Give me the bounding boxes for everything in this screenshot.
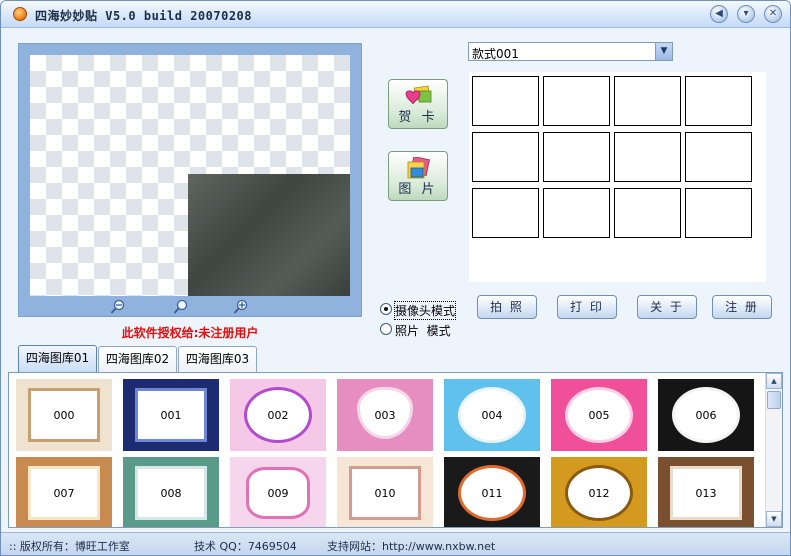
gallery-frame-number: 001 [160, 408, 182, 422]
style-select[interactable]: 款式001 ▼ [468, 42, 673, 61]
thumbnail-slot[interactable] [543, 132, 610, 182]
photo-mode-label[interactable]: 照片 模式 [395, 322, 451, 339]
print-button[interactable]: 打 印 [557, 295, 617, 319]
thumbnail-slot[interactable] [614, 76, 681, 126]
zoom-in-icon[interactable] [233, 299, 249, 315]
card-button[interactable]: 贺 卡 [388, 79, 448, 129]
thumbnail-slot[interactable] [543, 188, 610, 238]
frame-gallery: 000 001 002 003 004 005 006 007 008 009 010 011 012 0… [8, 372, 783, 528]
camera-feed [188, 174, 350, 296]
camera-mode-radio[interactable] [380, 303, 392, 315]
thumbnail-slot[interactable] [614, 132, 681, 182]
gallery-frame-item[interactable]: 011 [444, 457, 540, 527]
gallery-frame-item[interactable]: 006 [658, 379, 754, 451]
title-bar: 四海妙妙贴 V5.0 build 20070208 ◀ ▾ ✕ [1, 1, 790, 28]
license-text: 此软件授权给:未注册用户 [121, 326, 259, 340]
thumbnail-slot[interactable] [472, 132, 539, 182]
gallery-frame-item[interactable]: 008 [123, 457, 219, 527]
gallery-frame-item[interactable]: 000 [16, 379, 112, 451]
gallery-frame-item[interactable]: 004 [444, 379, 540, 451]
gallery-frame-number: 013 [695, 486, 717, 500]
thumbnail-panel [469, 72, 766, 282]
tab-gallery-02[interactable]: 四海图库02 [98, 346, 177, 372]
thumbnail-slot[interactable] [472, 76, 539, 126]
zoom-controls [18, 297, 362, 317]
tab-gallery-01[interactable]: 四海图库01 [18, 345, 97, 373]
gallery-frame-number: 012 [588, 486, 610, 500]
website-link[interactable]: 支持网站：http://www.nxbw.net [327, 538, 495, 554]
scroll-thumb[interactable] [767, 391, 781, 409]
window-title: 四海妙妙贴 V5.0 build 20070208 [35, 9, 252, 23]
gallery-frame-item[interactable]: 005 [551, 379, 647, 451]
thumbnail-slot[interactable] [685, 76, 752, 126]
picture-button[interactable]: 图 片 [388, 151, 448, 201]
thumbnail-slot[interactable] [685, 188, 752, 238]
copyright-text: :: 版权所有：博旺工作室 [9, 540, 130, 553]
mode-group: 摄像头模式 照片 模式 [380, 301, 470, 341]
camera-mode-option[interactable]: 摄像头模式 [380, 301, 470, 320]
gallery-frame-number: 011 [481, 486, 503, 500]
gallery-frame-item[interactable]: 010 [337, 457, 433, 527]
close-icon[interactable]: ✕ [764, 5, 782, 23]
card-button-label: 贺 卡 [398, 110, 438, 125]
scroll-up-icon[interactable]: ▲ [766, 373, 782, 389]
chevron-down-icon[interactable]: ▼ [655, 43, 672, 60]
gallery-frame-item[interactable]: 012 [551, 457, 647, 527]
app-window: 四海妙妙贴 V5.0 build 20070208 ◀ ▾ ✕ 此软件授权给:未… [0, 0, 791, 556]
gallery-frame-item[interactable]: 007 [16, 457, 112, 527]
gallery-frame-item[interactable]: 001 [123, 379, 219, 451]
photo-mode-option[interactable]: 照片 模式 [380, 321, 470, 339]
tab-gallery-03[interactable]: 四海图库03 [178, 346, 257, 372]
thumbnail-slot[interactable] [685, 132, 752, 182]
preview-canvas [30, 55, 350, 296]
photo-mode-radio[interactable] [380, 323, 392, 335]
gallery-frame-number: 010 [374, 486, 396, 500]
app-icon[interactable] [13, 7, 27, 21]
gallery-frame-item[interactable]: 002 [230, 379, 326, 451]
zoom-reset-icon[interactable] [173, 299, 189, 315]
gallery-frame-number: 007 [53, 486, 75, 500]
qq-text: 技术 QQ：7469504 [194, 540, 297, 553]
gallery-frame-number: 005 [588, 408, 610, 422]
gallery-frame-number: 002 [267, 408, 289, 422]
gallery-frame-item[interactable]: 009 [230, 457, 326, 527]
shoot-button[interactable]: 拍 照 [477, 295, 537, 319]
gallery-frame-number: 000 [53, 408, 75, 422]
thumbnail-slot[interactable] [614, 188, 681, 238]
gallery-frame-item[interactable]: 013 [658, 457, 754, 527]
style-select-value: 款式001 [472, 47, 519, 61]
scroll-down-icon[interactable]: ▼ [766, 511, 782, 527]
status-bar: :: 版权所有：博旺工作室 技术 QQ：7469504 支持网站：http://… [1, 532, 790, 555]
preview-frame [18, 43, 362, 317]
picture-button-label: 图 片 [398, 182, 438, 197]
thumbnail-slot[interactable] [543, 76, 610, 126]
register-button[interactable]: 注 册 [712, 295, 772, 319]
gallery-frame-number: 008 [160, 486, 182, 500]
zoom-out-icon[interactable] [110, 299, 126, 315]
about-button[interactable]: 关 于 [637, 295, 697, 319]
camera-mode-label[interactable]: 摄像头模式 [393, 301, 457, 320]
gallery-frame-number: 009 [267, 486, 289, 500]
thumbnail-slot[interactable] [472, 188, 539, 238]
gallery-frame-item[interactable]: 003 [337, 379, 433, 451]
gallery-frame-number: 006 [695, 408, 717, 422]
minimize-icon[interactable]: ▾ [737, 5, 755, 23]
gallery-frame-number: 004 [481, 408, 503, 422]
gallery-scrollbar[interactable]: ▲ ▼ [765, 373, 782, 527]
gallery-frame-number: 003 [374, 408, 396, 422]
back-icon[interactable]: ◀ [710, 5, 728, 23]
